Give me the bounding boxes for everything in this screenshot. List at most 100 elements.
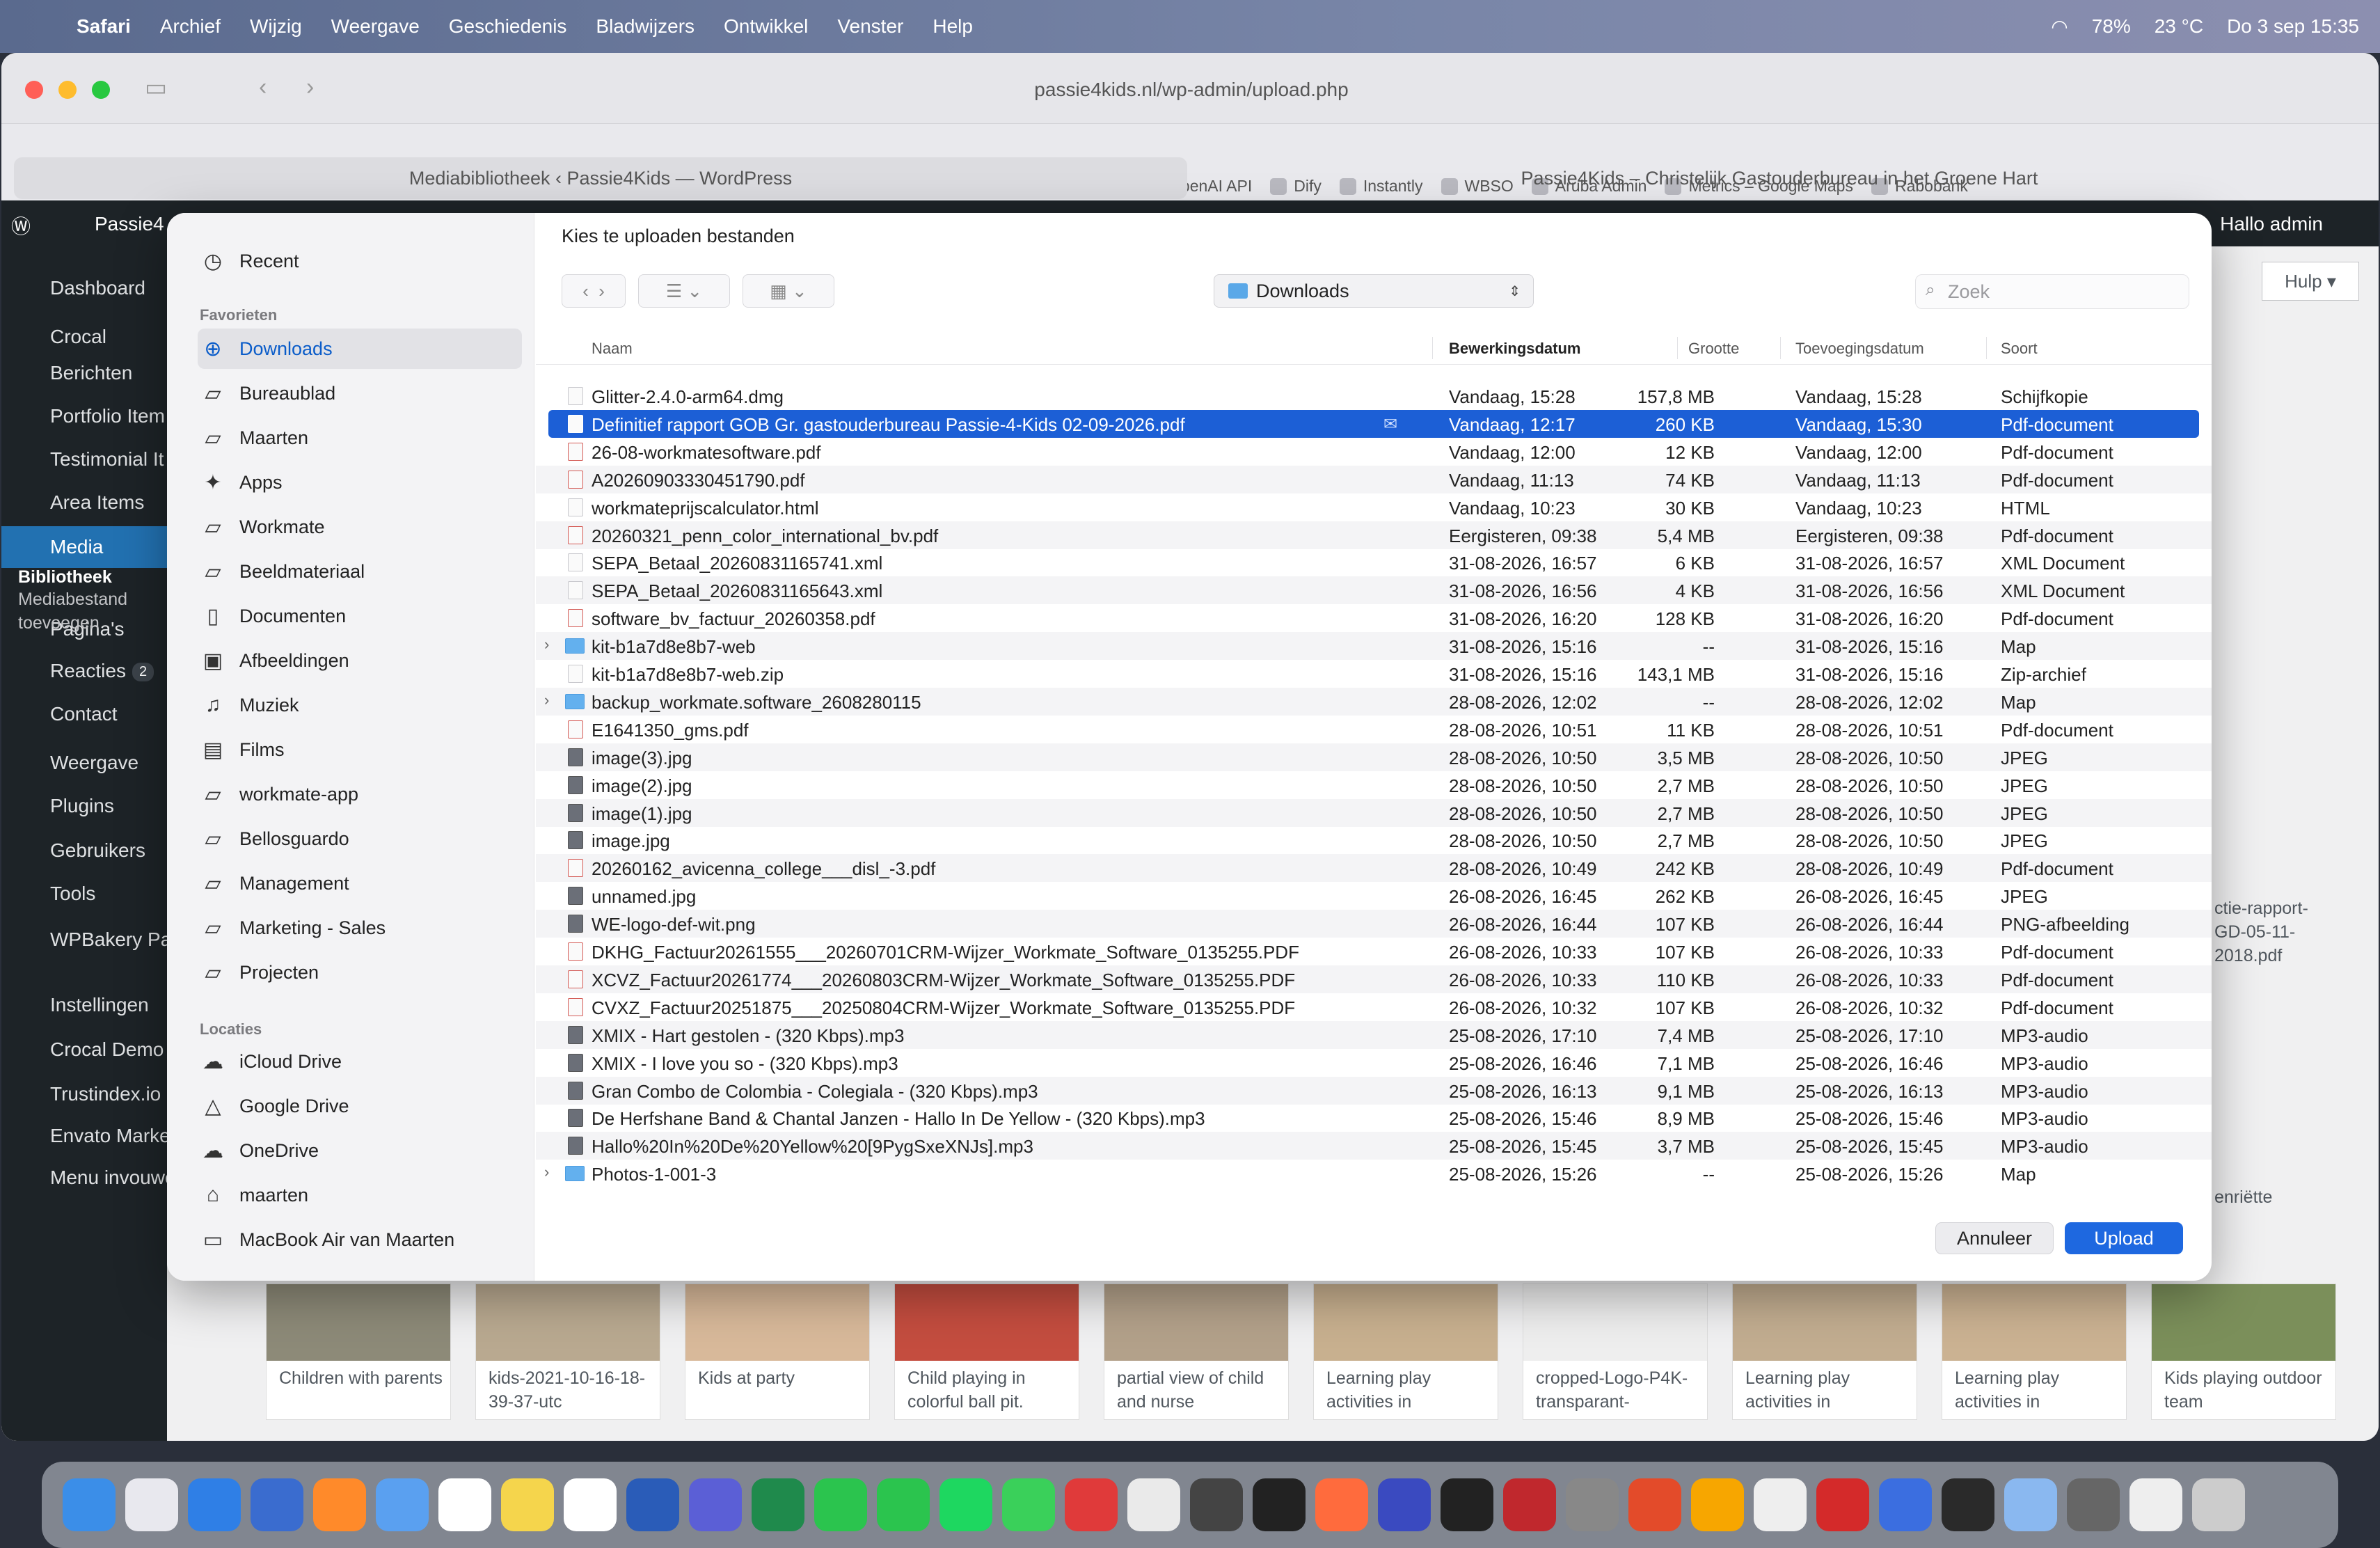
wp-menu-item[interactable]: Instellingen [1,984,167,1026]
file-row[interactable]: DKHG_Factuur20261555___20260701CRM-Wijze… [536,938,2212,965]
media-thumbnail[interactable]: Learning play activities in [1313,1284,1498,1420]
dock-app-icon[interactable] [1503,1478,1556,1531]
dock-app-icon[interactable] [313,1478,366,1531]
disclosure-chevron-icon[interactable]: › [544,1163,549,1181]
menu-app[interactable]: Safari [77,15,131,38]
file-row[interactable]: image(2).jpg 28-08-2026, 10:50 2,7 MB 28-08… [536,771,2212,799]
upload-button[interactable]: Upload [2065,1222,2183,1254]
cancel-button[interactable]: Annuleer [1935,1222,2054,1254]
col-modified[interactable]: Bewerkingsdatum [1449,340,1581,358]
disclosure-chevron-icon[interactable]: › [544,635,549,654]
wp-menu-item[interactable]: Weergave [1,742,167,784]
wp-menu-item[interactable]: Contact [1,693,167,735]
wp-menu-item[interactable]: Crocal [1,316,167,358]
dock-app-icon[interactable] [63,1478,116,1531]
file-row[interactable]: Hallo%20In%20De%20Yellow%20[9PygSxeXNJs]… [536,1132,2212,1160]
file-row[interactable]: De Herfshane Band & Chantal Janzen - Hal… [536,1104,2212,1132]
dock-app-icon[interactable] [251,1478,303,1531]
file-row[interactable]: workmateprijscalculator.html Vandaag, 10:… [536,493,2212,521]
forward-icon[interactable]: › [306,74,314,101]
dock-app-icon[interactable] [1754,1478,1807,1531]
menu-item[interactable]: Bladwijzers [596,15,695,38]
menu-item[interactable]: Archief [160,15,221,38]
file-row[interactable]: › kit-b1a7d8e8b7-web 31-08-2026, 15:16 -- 31… [536,632,2212,661]
dock-app-icon[interactable] [1065,1478,1118,1531]
dock-app-icon[interactable] [1816,1478,1869,1531]
wp-menu-item[interactable]: Portfolio Item [1,395,167,437]
wp-menu-item[interactable]: WPBakery Pa Builder [1,919,167,961]
back-icon[interactable]: ‹ [259,74,267,101]
location-popup[interactable]: Downloads ⇕ [1214,274,1534,308]
zoom-window-icon[interactable] [92,81,110,99]
media-thumbnail[interactable]: Kids playing outdoor team [2151,1284,2336,1420]
dock-app-icon[interactable] [1127,1478,1180,1531]
dock-app-icon[interactable] [1942,1478,1994,1531]
menu-item[interactable]: Ontwikkel [724,15,808,38]
clock[interactable]: Do 3 sep 15:35 [2227,15,2359,38]
help-button[interactable]: Hulp ▾ [2262,262,2359,301]
dock-app-icon[interactable] [2129,1478,2182,1531]
media-thumbnail[interactable]: kids-2021-10-16-18-39-37-utc [475,1284,660,1420]
dock-app-icon[interactable] [501,1478,554,1531]
dock-app-icon[interactable] [1190,1478,1243,1531]
dock-app-icon[interactable] [2004,1478,2057,1531]
weather-text[interactable]: 23 °C [2155,15,2203,38]
menu-item[interactable]: Geschiedenis [449,15,567,38]
minimize-window-icon[interactable] [58,81,77,99]
sidebar-item[interactable]: ▱ Marketing - Sales [198,908,522,948]
tab-passie4kids-home[interactable]: Passie4Kids – Christelijk Gastouderburea… [1191,157,2367,199]
media-thumbnail[interactable]: Child playing in colorful ball pit. [894,1284,1079,1420]
dock-app-icon[interactable] [1441,1478,1493,1531]
media-thumbnail[interactable]: Kids at party [685,1284,870,1420]
wp-menu-item[interactable]: Menu invouwen [1,1157,167,1199]
sidebar-item[interactable]: ♫ Muziek [198,685,522,725]
file-row[interactable]: Definitief rapport GOB Gr. gastouderbure… [548,409,2199,438]
dock-app-icon[interactable] [2067,1478,2120,1531]
file-row[interactable]: 20260321_penn_color_international_bv.pdf… [536,521,2212,549]
dialog-back-forward[interactable]: ‹ › [562,274,626,308]
media-thumbnail[interactable]: Learning play activities in [1732,1284,1917,1420]
sidebar-item[interactable]: ▱ Bellosguardo [198,819,522,859]
file-row[interactable]: XMIX - Hart gestolen - (320 Kbps).mp3 25-… [536,1020,2212,1049]
dock-app-icon[interactable] [1315,1478,1368,1531]
file-row[interactable]: XCVZ_Factuur20261774___20260803CRM-Wijze… [536,965,2212,993]
sidebar-item[interactable]: ▱ Management [198,863,522,903]
media-thumbnail[interactable]: Learning play activities in [1942,1284,2127,1420]
dock-app-icon[interactable] [1253,1478,1306,1531]
wp-greeting[interactable]: Hallo admin [2220,213,2323,235]
file-row[interactable]: Gran Combo de Colombia - Colegiala - (32… [536,1076,2212,1105]
dock-app-icon[interactable] [626,1478,679,1531]
sidebar-item[interactable]: ▱ Maarten [198,418,522,458]
media-thumbnail[interactable]: cropped-Logo-P4K-transparant- [1523,1284,1708,1420]
wp-menu-item[interactable]: Gebruikers [1,830,167,871]
close-window-icon[interactable] [25,81,43,99]
wp-menu-item[interactable]: Area Items [1,482,167,523]
file-row[interactable]: › Photos-1-001-3 25-08-2026, 15:26 -- 25-08-… [536,1160,2212,1187]
dock-app-icon[interactable] [1691,1478,1744,1531]
sidebar-item[interactable]: ▭ MacBook Air van Maarten [198,1219,522,1260]
wp-menu-item[interactable]: Tools [1,873,167,915]
dock-app-icon[interactable] [376,1478,429,1531]
sidebar-item[interactable]: ⊕ Downloads [198,329,522,369]
sidebar-item[interactable]: ▱ Projecten [198,952,522,993]
sidebar-item[interactable]: ▤ Films [198,729,522,770]
dock-app-icon[interactable] [2192,1478,2245,1531]
file-row[interactable]: A20260903330451790.pdf Vandaag, 11:13 74 K… [536,465,2212,493]
menu-item[interactable]: Help [933,15,973,38]
battery-text[interactable]: 78% [2092,15,2131,38]
dock-app-icon[interactable] [752,1478,804,1531]
dock-app-icon[interactable] [1378,1478,1431,1531]
media-thumbnail[interactable]: Children with parents [266,1284,451,1420]
file-row[interactable]: unnamed.jpg 26-08-2026, 16:45 262 KB 26-08-… [536,882,2212,910]
dock-app-icon[interactable] [1628,1478,1681,1531]
dock-app-icon[interactable] [689,1478,742,1531]
dock-app-icon[interactable] [125,1478,178,1531]
file-row[interactable]: CVXZ_Factuur20251875___20250804CRM-Wijze… [536,993,2212,1021]
sidebar-item[interactable]: △ Google Drive [198,1086,522,1126]
wp-menu-item[interactable]: Envato Market [1,1115,167,1157]
file-row[interactable]: kit-b1a7d8e8b7-web.zip 31-08-2026, 15:16 1… [536,660,2212,688]
file-row[interactable]: E1641350_gms.pdf 28-08-2026, 10:51 11 KB 28… [536,716,2212,743]
dock-app-icon[interactable] [564,1478,617,1531]
file-row[interactable]: SEPA_Betaal_20260831165643.xml 31-08-2026… [536,576,2212,605]
wp-menu-item[interactable]: Dashboard [1,267,167,309]
